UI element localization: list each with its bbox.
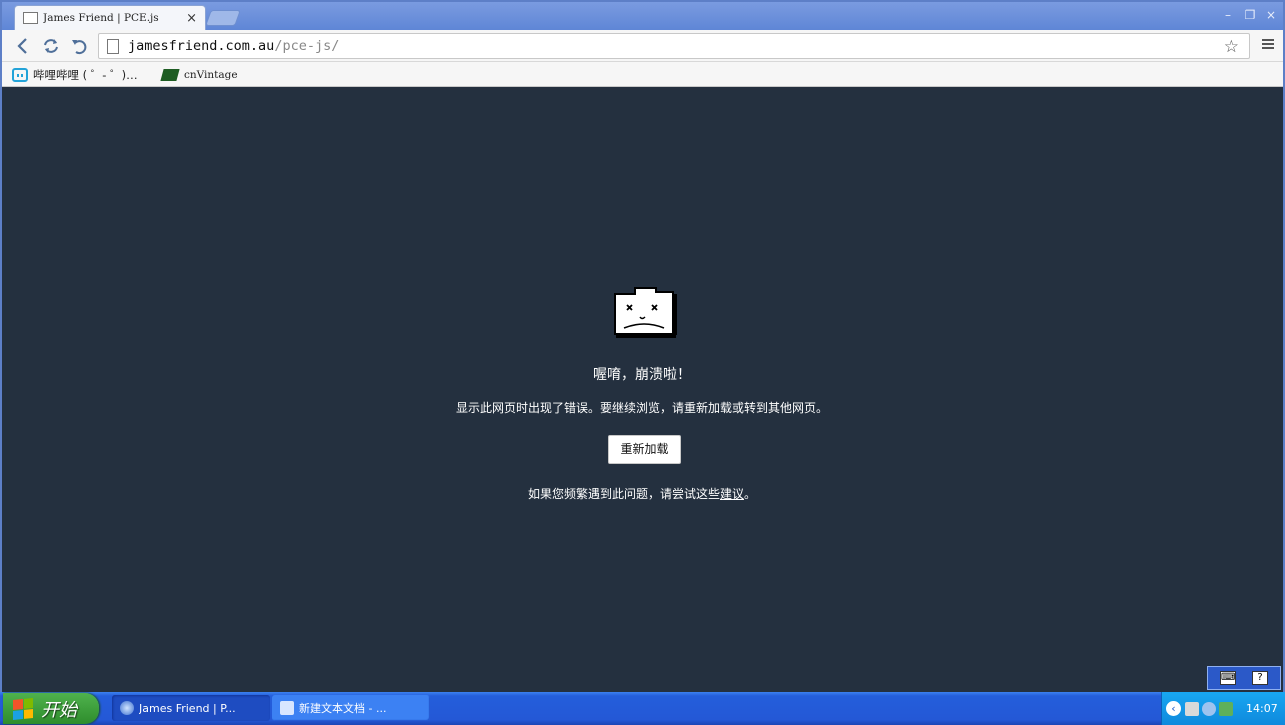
suggestions-link[interactable]: 建议 [720, 487, 744, 501]
start-label: 开始 [41, 699, 77, 721]
task-notepad[interactable]: 新建文本文档 - ... [272, 695, 430, 721]
toolbar: jamesfriend.com.au/pce-js/ ☆ [2, 30, 1283, 62]
error-description: 显示此网页时出现了错误。要继续浏览，请重新加载或转到其他网页。 [455, 401, 828, 415]
bookmark-star-icon[interactable]: ☆ [1224, 37, 1239, 57]
error-title: 喔唷，崩溃啦！ [593, 367, 691, 383]
reload-page-button[interactable]: 重新加载 [608, 435, 681, 464]
bookmarks-bar: 哔哩哔哩 ( ゜- ゜)… cnVintage [2, 62, 1283, 87]
sync-button[interactable] [40, 35, 62, 57]
cnvintage-icon [160, 69, 180, 81]
title-bar: James Friend | PCE.js × – ❐ × [2, 2, 1283, 30]
hint-text: 如果您频繁遇到此问题，请尝试这些 [527, 487, 720, 501]
tray-expand-icon[interactable]: ‹ [1166, 701, 1181, 716]
close-button[interactable]: × [1261, 6, 1281, 24]
url-host: jamesfriend.com.au [128, 38, 275, 54]
undo-reload-icon [72, 40, 87, 55]
system-tray: ‹ 14:07 [1161, 692, 1285, 725]
tab-james-friend[interactable]: James Friend | PCE.js × [14, 5, 206, 30]
reload-button[interactable] [68, 35, 90, 57]
bookmark-bilibili[interactable]: 哔哩哔哩 ( ゜- ゜)… [12, 66, 138, 84]
ime-keyboard-icon[interactable]: ⌨ [1220, 671, 1236, 685]
clock: 14:07 [1246, 702, 1278, 715]
page-favicon-icon [23, 12, 38, 24]
page-icon [107, 38, 119, 54]
tab-title: James Friend | PCE.js [43, 12, 159, 24]
desktop: James Friend | PCE.js × – ❐ × jamesfrien… [0, 0, 1285, 725]
address-bar[interactable]: jamesfriend.com.au/pce-js/ ☆ [98, 33, 1250, 59]
tab-close-icon[interactable]: × [186, 11, 197, 26]
taskbar: 开始 James Friend | P... 新建文本文档 - ... ‹ 14… [0, 692, 1285, 725]
start-button[interactable]: 开始 [3, 693, 99, 724]
bookmark-cnvintage[interactable]: cnVintage [160, 66, 238, 84]
browser-window: James Friend | PCE.js × – ❐ × jamesfrien… [0, 0, 1285, 694]
ime-help-icon[interactable]: ? [1252, 671, 1268, 685]
notepad-icon [280, 701, 294, 715]
bookmark-label: 哔哩哔哩 ( ゜- ゜)… [33, 68, 138, 82]
back-arrow-icon [17, 38, 27, 54]
task-label: 新建文本文档 - ... [299, 702, 387, 715]
url-path: /pce-js/ [274, 38, 340, 54]
minimize-button[interactable]: – [1218, 6, 1238, 24]
windows-logo-icon [13, 697, 33, 720]
task-browser[interactable]: James Friend | P... [112, 695, 270, 721]
restore-button[interactable]: ❐ [1240, 6, 1260, 24]
bookmark-label: cnVintage [184, 69, 238, 81]
task-label: James Friend | P... [139, 701, 236, 715]
hamburger-icon [1262, 39, 1274, 41]
error-hint: 如果您频繁遇到此问题，请尝试这些建议。 [442, 485, 842, 502]
sync-icon [44, 39, 58, 53]
ime-toolbar: ⌨ ? [1207, 666, 1281, 690]
bilibili-icon [12, 68, 28, 82]
new-tab-button[interactable] [205, 10, 241, 26]
globe-icon [120, 701, 134, 715]
vmware-icon[interactable] [1185, 701, 1199, 716]
volume-icon[interactable] [1202, 701, 1216, 716]
hint-period: 。 [744, 487, 757, 501]
sad-folder-icon [614, 287, 677, 338]
error-page: 喔唷，崩溃啦！ 显示此网页时出现了错误。要继续浏览，请重新加载或转到其他网页。 … [2, 88, 1283, 694]
menu-button[interactable] [1260, 37, 1276, 53]
network-icon[interactable] [1219, 701, 1233, 716]
back-button[interactable] [12, 35, 34, 57]
